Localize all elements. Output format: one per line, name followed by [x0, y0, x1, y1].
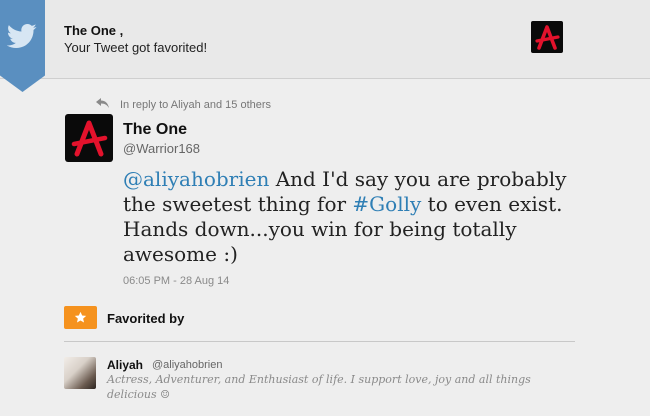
in-reply-to-text: In reply to Aliyah and 15 others [120, 99, 272, 111]
reply-arrow-icon [96, 98, 112, 111]
notification-bar: The One , Your Tweet got favorited! [0, 0, 650, 92]
favoriter-bio: Actress, Adventurer, and Enthusiast of l… [107, 373, 531, 401]
divider [64, 341, 575, 342]
in-reply-to[interactable]: In reply to Aliyah and 15 others [96, 98, 271, 111]
favoriter-handle[interactable]: @aliyahobrien [152, 359, 223, 371]
favoriter-avatar[interactable] [64, 357, 96, 389]
author-handle[interactable]: @Warrior168 [123, 141, 200, 156]
favorited-by-label: Favorited by [107, 311, 185, 326]
tweet-timestamp[interactable]: 06:05 PM - 28 Aug 14 [123, 275, 229, 287]
twitter-bird-icon [7, 24, 37, 48]
favoriter-name[interactable]: Aliyah [107, 358, 143, 372]
author-name[interactable]: The One [123, 121, 187, 139]
twitter-ribbon [0, 0, 45, 92]
notification-title[interactable]: The One , [64, 23, 123, 38]
notification-avatar[interactable] [531, 21, 563, 53]
mention-link[interactable]: @aliyahobrien [123, 167, 269, 191]
anarchy-a-logo-icon [71, 120, 108, 157]
notification-message: Your Tweet got favorited! [64, 40, 208, 55]
star-icon [74, 311, 87, 323]
hashtag-link[interactable]: #Golly [352, 192, 421, 216]
favorite-badge [64, 306, 97, 329]
tweet-text: @aliyahobrien And I'd say you are probab… [123, 167, 573, 267]
author-avatar[interactable] [65, 114, 113, 162]
anarchy-a-logo-icon [535, 25, 560, 50]
